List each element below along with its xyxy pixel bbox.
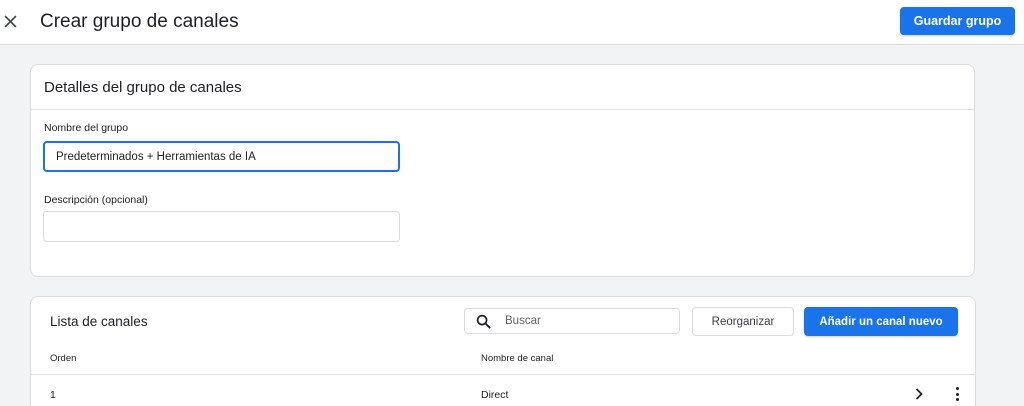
top-app-bar: Crear grupo de canales Guardar grupo [0, 0, 1024, 45]
channel-list-title: Lista de canales [50, 314, 148, 329]
table-divider [31, 374, 975, 375]
search-icon [476, 314, 491, 329]
row-order: 1 [50, 389, 56, 401]
description-input[interactable] [43, 211, 400, 242]
more-vert-icon[interactable] [951, 386, 963, 402]
description-label: Descripción (opcional) [44, 194, 148, 206]
save-group-button[interactable]: Guardar grupo [900, 7, 1015, 35]
details-card-title: Detalles del grupo de canales [31, 65, 974, 110]
group-name-input[interactable] [43, 141, 400, 172]
page-title: Crear grupo de canales [40, 11, 239, 32]
column-header-order: Orden [50, 353, 77, 364]
close-icon [4, 15, 16, 27]
group-name-label: Nombre del grupo [44, 122, 129, 134]
column-header-channel-name: Nombre de canal [481, 353, 554, 364]
add-channel-button[interactable]: Añadir un canal nuevo [804, 307, 958, 336]
search-field[interactable] [464, 308, 680, 334]
group-details-card: Detalles del grupo de canales Nombre del… [30, 64, 975, 277]
reorganize-button[interactable]: Reorganizar [692, 307, 794, 336]
chevron-right-icon[interactable] [912, 387, 926, 401]
search-input[interactable] [505, 315, 665, 327]
row-channel-name: Direct [481, 389, 509, 401]
channel-list-card: Lista de canales Reorganizar Añadir un c… [30, 296, 976, 406]
close-button[interactable] [0, 9, 20, 33]
